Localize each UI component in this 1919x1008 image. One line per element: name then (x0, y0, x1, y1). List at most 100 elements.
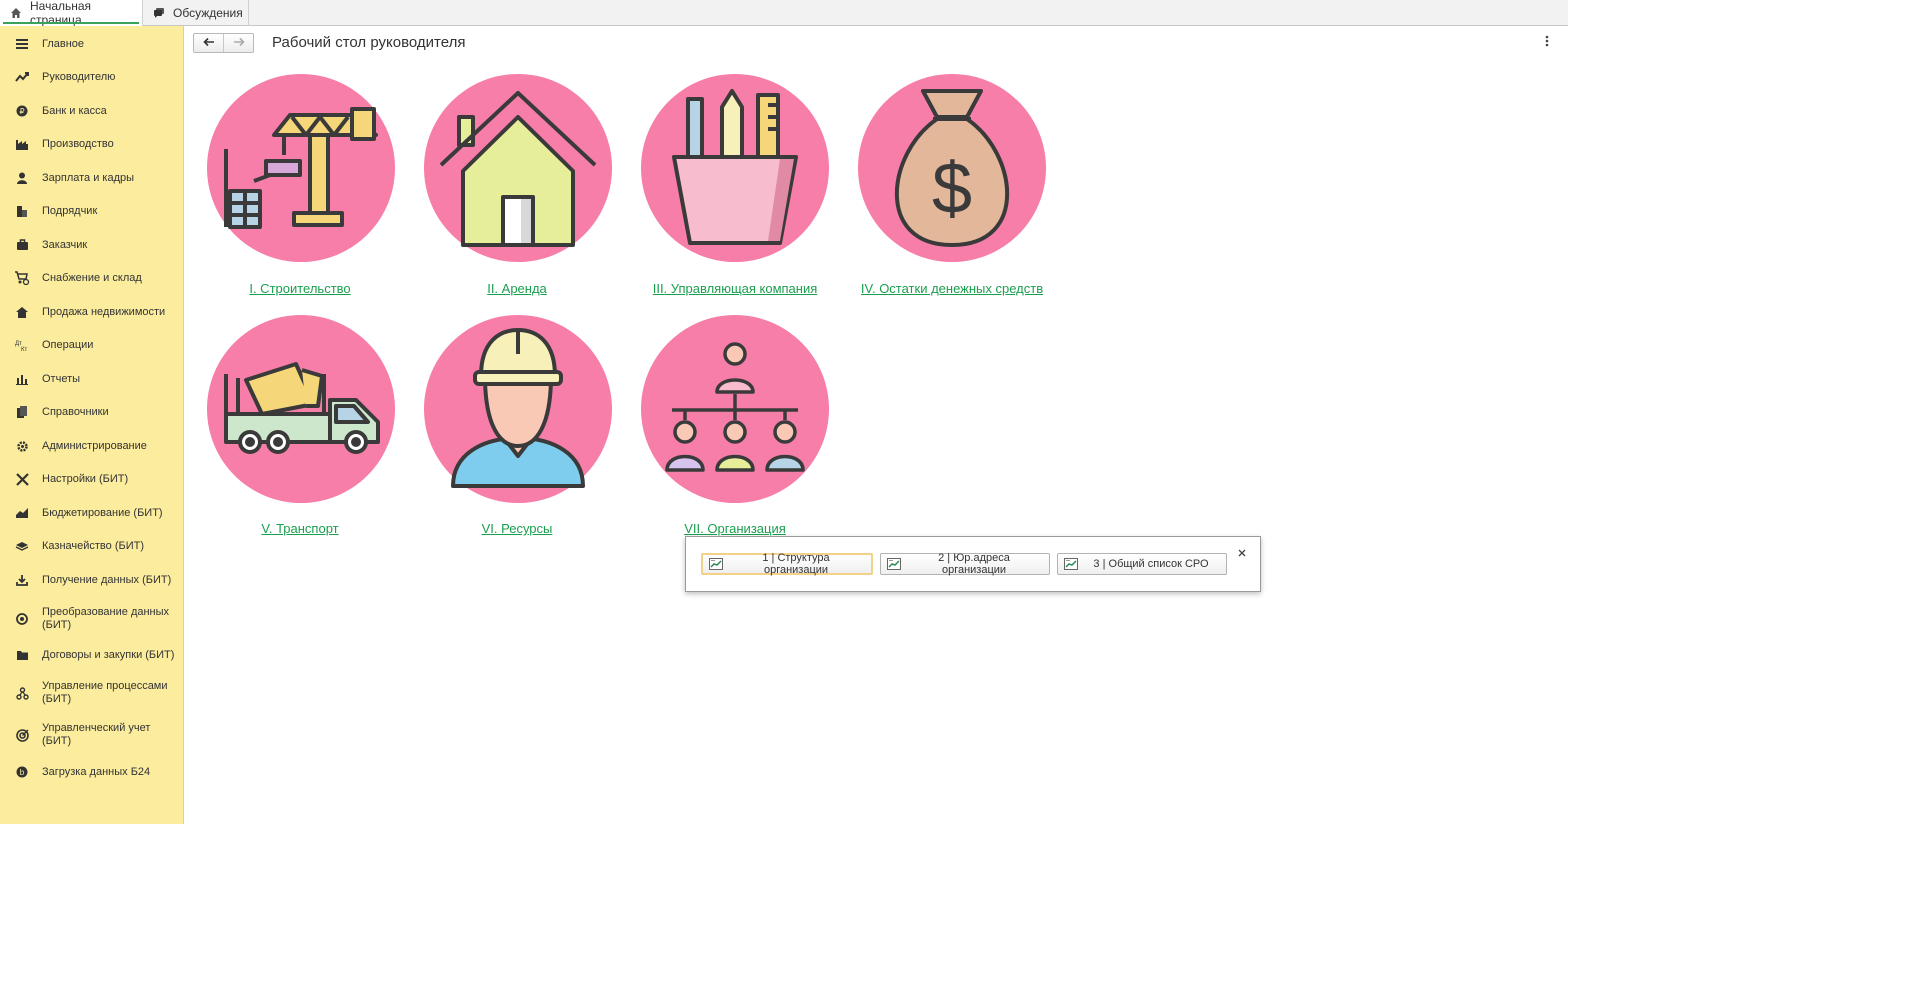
download-icon (14, 572, 30, 588)
back-button[interactable] (194, 34, 223, 52)
sidebar-item-label: Администрирование (42, 439, 147, 452)
sidebar-item-administration[interactable]: Администрирование (0, 434, 183, 458)
building-icon (14, 203, 30, 219)
area-chart-icon (14, 505, 30, 521)
tile-resources-link[interactable]: VI. Ресурсы (482, 521, 553, 536)
forward-button[interactable] (223, 34, 253, 52)
sidebar-item-label: Операции (42, 338, 94, 351)
sidebar-item-b24-import[interactable]: b Загрузка данных Б24 (0, 760, 183, 784)
tile-transport-link[interactable]: V. Транспорт (261, 521, 338, 536)
popup-close-button[interactable] (1236, 547, 1248, 559)
sidebar: Главное Руководителю ₽ Банк и касса Прои… (0, 26, 184, 824)
tile-management-company-image[interactable] (640, 73, 830, 266)
tile-construction-image[interactable] (206, 73, 396, 266)
sidebar-item-label: Бюджетирование (БИТ) (42, 506, 163, 519)
svg-text:₽: ₽ (19, 107, 24, 116)
sidebar-item-contracts[interactable]: Договоры и закупки (БИТ) (0, 643, 183, 667)
report-icon (887, 558, 901, 570)
sidebar-item-label: Договоры и закупки (БИТ) (42, 648, 175, 661)
sidebar-item-treasury[interactable]: Казначейство (БИТ) (0, 534, 183, 558)
discussions-icon (153, 7, 165, 19)
more-actions-button[interactable] (1541, 34, 1553, 50)
sidebar-item-label: Руководителю (42, 70, 116, 83)
tile-cash-balances-image[interactable]: $ (857, 73, 1047, 266)
tile-organization-link[interactable]: VII. Организация (684, 521, 786, 536)
menu-icon (14, 36, 30, 52)
sidebar-item-label: Отчеты (42, 372, 81, 385)
arrow-right-icon (233, 36, 245, 50)
sidebar-item-label: Преобразование данных (БИТ) (42, 606, 170, 631)
tile-rent-link[interactable]: II. Аренда (487, 281, 547, 296)
sidebar-item-supply[interactable]: Снабжение и склад (0, 266, 183, 290)
tile-transport-image[interactable] (206, 314, 396, 507)
sidebar-item-label: Банк и касса (42, 104, 107, 117)
sidebar-item-label: Заказчик (42, 238, 88, 251)
crane-icon (207, 74, 395, 262)
report-sro-list-label: 3 | Общий список СРО (1093, 558, 1209, 570)
sidebar-item-production[interactable]: Производство (0, 132, 183, 156)
arrow-left-icon (203, 36, 215, 50)
person-icon (14, 170, 30, 186)
gear-icon (14, 438, 30, 454)
tile-rent-image[interactable] (423, 73, 613, 266)
report-icon (1064, 558, 1078, 570)
sidebar-item-main[interactable]: Главное (0, 32, 183, 56)
tile-resources-image[interactable] (423, 314, 613, 507)
concrete-truck-icon (207, 315, 395, 503)
dt-kt-icon: Дт Кт (14, 337, 30, 353)
money-stack-icon (14, 538, 30, 554)
tile-organization-image[interactable] (640, 314, 830, 507)
history-nav (193, 33, 254, 53)
sidebar-item-manager[interactable]: Руководителю (0, 65, 183, 89)
close-icon (1238, 546, 1246, 560)
sidebar-item-reports[interactable]: Отчеты (0, 367, 183, 391)
tile-construction-link[interactable]: I. Строительство (249, 281, 350, 296)
report-sro-list-button[interactable]: 3 | Общий список СРО (1057, 553, 1227, 575)
svg-text:$: $ (932, 149, 972, 229)
sidebar-item-label: Загрузка данных Б24 (42, 765, 151, 778)
sidebar-item-label: Снабжение и склад (42, 271, 142, 284)
sidebar-item-management-accounting[interactable]: Управленческий учет (БИТ) (0, 720, 183, 750)
sidebar-item-label: Справочники (42, 405, 109, 418)
sidebar-item-settings-bit[interactable]: Настройки (БИТ) (0, 467, 183, 491)
tile-management-company-link[interactable]: III. Управляющая компания (653, 281, 818, 296)
sidebar-item-label: Управленческий учет (БИТ) (42, 722, 151, 747)
house-icon (14, 304, 30, 320)
tab-home[interactable]: Начальная страница (0, 0, 143, 27)
sidebar-item-catalogs[interactable]: Справочники (0, 400, 183, 424)
svg-text:b: b (20, 768, 25, 777)
process-icon (14, 685, 30, 701)
sidebar-item-process-management[interactable]: Управление процессами (БИТ) (0, 678, 183, 708)
sidebar-item-operations[interactable]: Дт Кт Операции (0, 333, 183, 357)
sidebar-item-bank[interactable]: ₽ Банк и касса (0, 99, 183, 123)
sidebar-item-data-import[interactable]: Получение данных (БИТ) (0, 568, 183, 592)
report-legal-addresses-label: 2 | Юр.адреса организации (938, 552, 1010, 576)
sidebar-item-budgeting[interactable]: Бюджетирование (БИТ) (0, 501, 183, 525)
home-icon (10, 7, 22, 19)
pencil-cup-icon (641, 74, 829, 262)
house-icon (424, 74, 612, 262)
trend-icon (14, 69, 30, 85)
sidebar-item-label: Казначейство (БИТ) (42, 539, 144, 552)
report-structure-button[interactable]: 1 | Структура организации (701, 552, 873, 576)
svg-text:Кт: Кт (21, 347, 27, 351)
tab-discussions[interactable]: Обсуждения (143, 0, 249, 26)
report-legal-addresses-button[interactable]: 2 | Юр.адреса организации (880, 552, 1050, 576)
sidebar-item-realty-sales[interactable]: Продажа недвижимости (0, 300, 183, 324)
sidebar-item-customer[interactable]: Заказчик (0, 233, 183, 257)
b24-icon: b (14, 764, 30, 780)
transform-icon (14, 611, 30, 627)
factory-icon (14, 136, 30, 152)
sidebar-item-data-transform[interactable]: Преобразование данных (БИТ) (0, 604, 183, 634)
sidebar-item-salary[interactable]: Зарплата и кадры (0, 166, 183, 190)
tab-home-label: Начальная страница (30, 0, 92, 27)
top-tab-bar: Начальная страница Обсуждения (0, 0, 1568, 27)
tile-cash-balances-link[interactable]: IV. Остатки денежных средств (861, 281, 1043, 296)
sidebar-item-contractor[interactable]: Подрядчик (0, 199, 183, 223)
sidebar-item-label: Подрядчик (42, 204, 98, 217)
books-icon (14, 404, 30, 420)
more-vertical-icon (1545, 35, 1549, 50)
sidebar-item-label: Управление процессами (БИТ) (42, 680, 168, 705)
target-icon (14, 727, 30, 743)
money-bag-icon: $ (858, 74, 1046, 262)
